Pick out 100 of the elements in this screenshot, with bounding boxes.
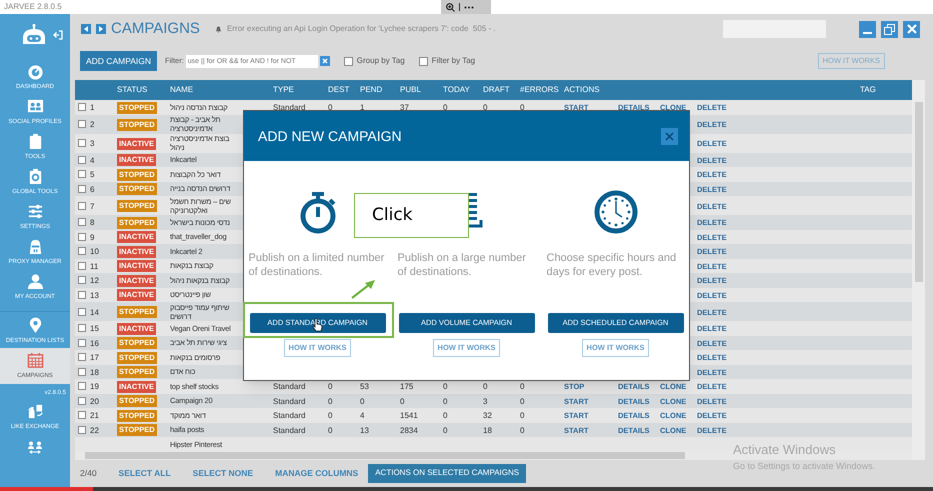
checkbox[interactable] [418, 56, 428, 66]
row-checkbox[interactable] [78, 368, 86, 376]
table-cell: 1541 [400, 411, 418, 420]
row-checkbox[interactable] [78, 232, 86, 241]
table-cell: Standard [273, 103, 306, 112]
column-header[interactable]: STATUS [117, 84, 170, 96]
row-number: 8 [90, 218, 94, 228]
table-cell: 175 [400, 382, 414, 392]
column-header[interactable]: PEND [360, 84, 400, 96]
row-checkbox[interactable] [78, 103, 86, 112]
option-description: Choose specific hours and days for every post. [546, 251, 678, 279]
row-number: 20 [90, 396, 99, 406]
actions-button[interactable]: ACTIONS ON SELECTED CAMPAIGNS [368, 464, 526, 482]
table-cell: 0 [400, 396, 404, 406]
column-header[interactable]: #ERRORS [520, 84, 564, 96]
gauge-icon [26, 63, 44, 80]
row-checkbox[interactable] [78, 202, 86, 210]
callout-text: Click [372, 204, 413, 227]
table-cell: 0 [443, 396, 448, 406]
row-checkbox[interactable] [78, 184, 86, 193]
row-checkbox[interactable] [78, 290, 86, 299]
restore-button[interactable] [881, 20, 898, 38]
row-checkbox[interactable] [78, 353, 86, 362]
table-cell: 0 [443, 411, 448, 420]
table-cell: 0 [328, 103, 332, 112]
user-icon [26, 273, 44, 290]
activation-title: Activate Windows [733, 441, 837, 459]
option-description: Publish on a limited number of destinations. [248, 251, 386, 279]
row-number: 21 [90, 411, 99, 420]
table-cell: 32 [483, 411, 492, 420]
row-checkbox[interactable] [78, 382, 86, 390]
close-icon [906, 24, 916, 34]
row-number: 1 [90, 103, 94, 112]
column-header[interactable]: ACTIONS [564, 84, 618, 96]
row-number: 19 [90, 382, 99, 392]
modal-title: ADD NEW CAMPAIGN [258, 126, 402, 146]
sliders-icon [26, 203, 44, 220]
table-cell: 37 [400, 103, 409, 112]
row-checkbox[interactable] [78, 139, 86, 147]
more-icon[interactable] [464, 6, 474, 8]
table-cell: 0 [328, 382, 332, 392]
row-checkbox[interactable] [78, 120, 86, 128]
table-cell: Standard [273, 426, 306, 435]
table-cell: 0 [443, 382, 448, 392]
row-checkbox[interactable] [78, 308, 86, 316]
footer-link[interactable]: MANAGE COLUMNS [275, 466, 358, 480]
table-cell: 0 [483, 103, 488, 112]
table-cell: 4 [360, 411, 364, 420]
close-button[interactable] [903, 20, 920, 38]
row-checkbox[interactable] [78, 411, 86, 420]
table-cell: 13 [360, 426, 369, 435]
checkbox[interactable] [344, 56, 353, 66]
row-number: 3 [90, 139, 94, 148]
row-checkbox[interactable] [78, 276, 86, 284]
vertical-scrollbar[interactable] [912, 80, 925, 460]
column-header[interactable]: TAG [860, 84, 912, 96]
row-number: 4 [90, 156, 94, 165]
table-cell: 0 [328, 396, 332, 406]
table-cell: 0 [520, 396, 524, 406]
column-header[interactable]: NAME [170, 84, 273, 96]
app-title: JARVEE 2.8.0.5 [4, 1, 62, 13]
zoom-in-icon[interactable] [446, 2, 455, 12]
row-checkbox[interactable] [78, 170, 86, 178]
row-number: 2 [90, 120, 94, 129]
row-checkbox[interactable] [78, 218, 86, 226]
row-number: 5 [90, 170, 94, 180]
close-button[interactable] [661, 128, 678, 144]
row-checkbox[interactable] [78, 324, 86, 332]
row-number: 6 [90, 184, 94, 194]
row-number: 18 [90, 368, 99, 377]
column-header[interactable]: DRAFT [483, 84, 520, 96]
row-checkbox[interactable] [78, 262, 86, 270]
people-icon[interactable] [27, 441, 43, 455]
forward-button[interactable] [96, 24, 106, 34]
minimize-button[interactable] [859, 20, 876, 38]
column-header[interactable]: TODAY [443, 84, 483, 96]
row-checkbox[interactable] [78, 247, 86, 256]
row-checkbox[interactable] [78, 426, 86, 434]
row-checkbox[interactable] [78, 156, 86, 164]
footer-link[interactable]: SELECT ALL [118, 466, 171, 480]
checkbox-label: Group by Tag [356, 55, 405, 67]
column-header[interactable]: DEST [328, 84, 360, 96]
row-number: 13 [90, 290, 99, 300]
option-description: Publish on a large number of destinations. [398, 251, 527, 279]
table-cell: 0 [328, 426, 332, 435]
row-number: 22 [90, 426, 99, 435]
input-field[interactable] [723, 20, 826, 38]
clear-filter-button[interactable] [320, 56, 330, 66]
row-number: 15 [90, 324, 99, 334]
row-number: 16 [90, 338, 99, 348]
column-header[interactable]: TYPE [273, 84, 328, 96]
footer-link[interactable]: SELECT NONE [192, 466, 254, 480]
checkbox-label: Filter by Tag [432, 55, 476, 67]
row-number: 17 [90, 353, 99, 362]
row-checkbox[interactable] [78, 338, 86, 347]
logout-icon[interactable] [53, 30, 63, 40]
add-campaign-button[interactable]: ADD CAMPAIGN [80, 51, 158, 71]
back-button[interactable] [81, 24, 91, 34]
column-header[interactable]: PUBL [400, 84, 443, 96]
row-checkbox[interactable] [78, 396, 86, 405]
